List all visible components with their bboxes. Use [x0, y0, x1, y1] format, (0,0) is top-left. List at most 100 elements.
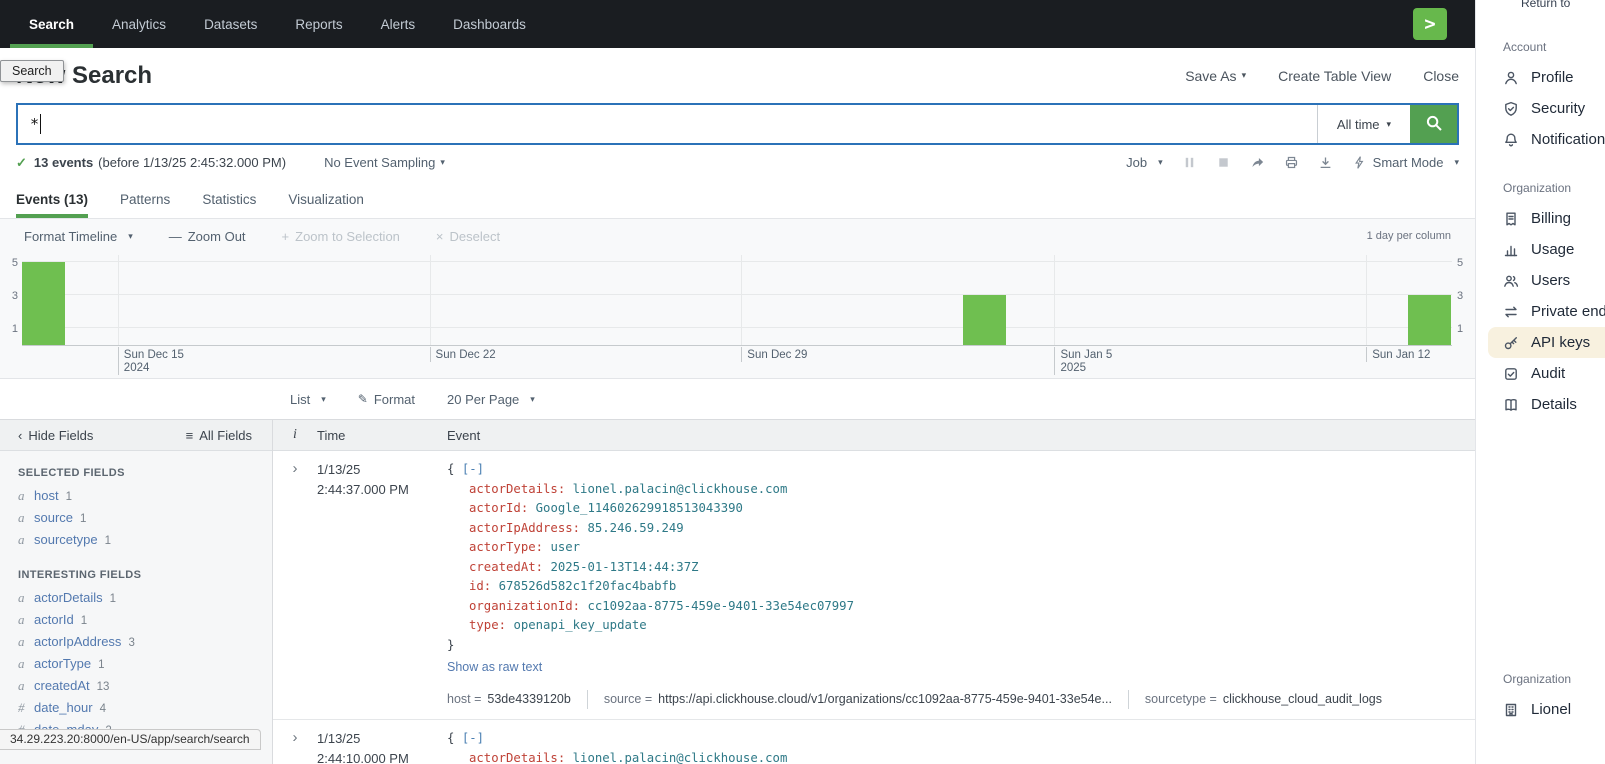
timeline-bar[interactable] [1408, 295, 1451, 345]
event-sampling-selector[interactable]: No Event Sampling▾ [324, 155, 445, 170]
nav-item-dashboards[interactable]: Dashboards [434, 0, 545, 48]
logo-arrow-icon: > [1424, 13, 1435, 35]
timeline-scale-note: 1 day per column [1367, 230, 1451, 242]
console-item-billing[interactable]: Billing [1476, 203, 1605, 234]
field-row-actordetails[interactable]: a actorDetails 1 [0, 587, 272, 609]
console-item-api-keys[interactable]: API keys [1488, 327, 1605, 358]
collapse-json-link[interactable]: [-] [462, 731, 484, 745]
console-item-profile[interactable]: Profile [1476, 62, 1605, 93]
meta-field-source[interactable]: source =https://api.clickhouse.cloud/v1/… [587, 690, 1128, 710]
nav-item-datasets[interactable]: Datasets [185, 0, 276, 48]
json-close-line: } [447, 636, 1475, 656]
search-input[interactable]: * [18, 105, 1317, 143]
search-icon [1425, 114, 1443, 135]
all-fields-button[interactable]: ≡All Fields [186, 428, 252, 443]
console-item-notifications[interactable]: Notifications [1476, 124, 1605, 155]
print-button[interactable] [1284, 155, 1299, 170]
caret-down-icon: ▾ [530, 394, 535, 405]
meta-field-sourcetype[interactable]: sourcetype =clickhouse_cloud_audit_logs [1128, 690, 1398, 710]
expand-event-icon[interactable]: › [293, 729, 298, 746]
screen: SearchAnalyticsDatasetsReportsAlertsDash… [0, 0, 1605, 764]
timeline-x-axis: Sun Dec 152024Sun Dec 22Sun Dec 29Sun Ja… [22, 346, 1452, 378]
y-axis-label: 3 [2, 290, 18, 302]
tab-patterns[interactable]: Patterns [120, 180, 170, 218]
field-row-date-hour[interactable]: # date_hour 4 [0, 697, 272, 719]
create-table-view-button[interactable]: Create Table View [1278, 68, 1391, 84]
field-row-host[interactable]: a host 1 [0, 485, 272, 507]
nav-item-reports[interactable]: Reports [276, 0, 361, 48]
timeline-section: Format Timeline▾ —Zoom Out +Zoom to Sele… [0, 218, 1475, 379]
field-row-source[interactable]: a source 1 [0, 507, 272, 529]
console-item-users[interactable]: Users [1476, 265, 1605, 296]
text-cursor [40, 114, 41, 134]
field-type-icon: a [18, 590, 27, 606]
pause-job-button[interactable] [1182, 155, 1197, 170]
run-search-button[interactable] [1410, 105, 1457, 143]
field-row-createdat[interactable]: a createdAt 13 [0, 675, 272, 697]
events-table-header: i Time Event [273, 420, 1475, 451]
return-to-link[interactable]: Return to [1521, 0, 1570, 10]
save-as-button[interactable]: Save As▾ [1185, 68, 1246, 84]
close-button[interactable]: Close [1423, 68, 1459, 84]
events-pane: i Time Event › 1/13/252:44:37.000 PM { [… [273, 420, 1475, 764]
field-row-actortype[interactable]: a actorType 1 [0, 653, 272, 675]
gridline-y [22, 261, 1452, 262]
event-json: { [-] actorDetails: lionel.palacin@click… [447, 729, 1475, 764]
tab-events-13[interactable]: Events (13) [16, 180, 88, 218]
zoom-out-button[interactable]: —Zoom Out [169, 229, 246, 244]
console-item-security[interactable]: Security [1476, 93, 1605, 124]
share-job-button[interactable] [1250, 155, 1265, 170]
format-timeline-menu[interactable]: Format Timeline▾ [24, 229, 133, 244]
json-field-line: createdAt: 2025-01-13T14:44:37Z [447, 558, 1475, 578]
timeline-plot[interactable]: 1 1 3 3 5 5 [22, 255, 1452, 346]
nav-item-analytics[interactable]: Analytics [93, 0, 185, 48]
field-type-icon: a [18, 532, 27, 548]
format-results-button[interactable]: ✎Format [358, 392, 415, 407]
event-row: › 1/13/252:44:10.000 PM { [-] actorDetai… [273, 720, 1475, 764]
console-item-usage[interactable]: Usage [1476, 234, 1605, 265]
event-time: 1/13/252:44:10.000 PM [317, 729, 447, 764]
json-field-line: actorIpAddress: 85.246.59.249 [447, 519, 1475, 539]
field-row-sourcetype[interactable]: a sourcetype 1 [0, 529, 272, 551]
meta-field-host[interactable]: host =53de4339120b [447, 690, 587, 710]
transfer-icon [1503, 304, 1519, 320]
console-item-private-endpoints[interactable]: Private endpoints [1476, 296, 1605, 327]
nav-item-search[interactable]: Search [10, 0, 93, 48]
json-field-line: type: openapi_key_update [447, 616, 1475, 636]
results-content: ‹Hide Fields ≡All Fields SELECTED FIELDS… [0, 419, 1475, 764]
chevron-left-icon: ‹ [18, 428, 22, 443]
export-button[interactable] [1318, 155, 1333, 170]
job-controls: Job▾ Smart Mode▾ [1126, 155, 1459, 170]
field-row-actoripaddress[interactable]: a actorIpAddress 3 [0, 631, 272, 653]
search-mode-selector[interactable]: Smart Mode▾ [1352, 155, 1459, 170]
tab-visualization[interactable]: Visualization [288, 180, 364, 218]
per-page-selector[interactable]: 20 Per Page▾ [447, 392, 535, 407]
console-item-lionel[interactable]: Lionel [1476, 694, 1605, 725]
field-type-icon: a [18, 678, 27, 694]
zoom-to-selection-button[interactable]: +Zoom to Selection [282, 229, 400, 244]
interesting-fields-title: INTERESTING FIELDS [18, 569, 272, 581]
collapse-json-link[interactable]: [-] [462, 462, 484, 476]
timeline-chart: 1 1 3 3 5 5 Sun Dec 152024Sun Dec 22Sun … [22, 255, 1452, 378]
timeline-bar[interactable] [22, 262, 65, 345]
show-raw-text-link[interactable]: Show as raw text [447, 658, 542, 678]
list-view-selector[interactable]: List▾ [290, 392, 326, 407]
field-type-icon: a [18, 656, 27, 672]
nav-item-alerts[interactable]: Alerts [362, 0, 435, 48]
console-item-details[interactable]: Details [1476, 389, 1605, 420]
field-row-actorid[interactable]: a actorId 1 [0, 609, 272, 631]
timeline-bar[interactable] [963, 295, 1006, 345]
cloud-console-sidebar: Return to Account Profile Security Notif… [1475, 0, 1605, 764]
console-item-audit[interactable]: Audit [1476, 358, 1605, 389]
stop-job-button[interactable] [1216, 155, 1231, 170]
expand-event-icon[interactable]: › [293, 460, 298, 477]
deselect-button[interactable]: ×Deselect [436, 229, 500, 244]
tab-statistics[interactable]: Statistics [202, 180, 256, 218]
hide-fields-button[interactable]: ‹Hide Fields [18, 428, 93, 443]
job-menu[interactable]: Job▾ [1126, 155, 1163, 170]
gridline-x [118, 255, 119, 345]
timeline-toolbar: Format Timeline▾ —Zoom Out +Zoom to Sele… [0, 219, 1475, 253]
time-range-picker[interactable]: All time▾ [1317, 105, 1410, 143]
app-logo[interactable]: > [1413, 8, 1447, 40]
user-icon [1503, 70, 1519, 86]
